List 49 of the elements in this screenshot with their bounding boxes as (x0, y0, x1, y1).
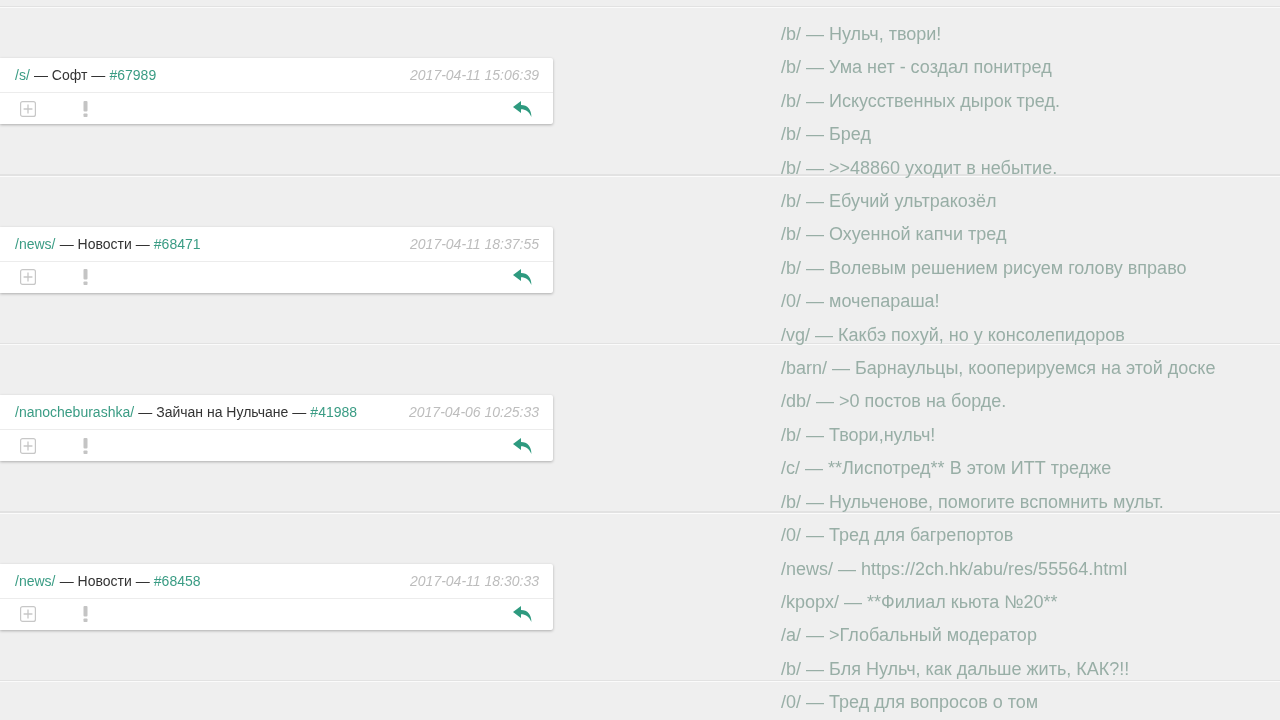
thread-link[interactable]: /barn/ — Барнаульцы, кооперируемся на этой доске (781, 352, 1216, 386)
thread-link[interactable]: /b/ — Искусственных дырок тред. (781, 84, 1216, 119)
post-date: 2017-04-06 10:25:33 (409, 404, 539, 420)
board-link[interactable]: /s/ (15, 67, 30, 83)
thread-title: — Новости — (59, 235, 150, 252)
thread-link[interactable]: /db/ — >0 постов на борде. (781, 385, 1216, 419)
thread-link[interactable]: /kpopx/ — **Филиал кьюта №20** (781, 585, 1216, 620)
plus-square-icon[interactable] (20, 269, 36, 285)
plus-square-icon[interactable] (20, 606, 36, 622)
plus-square-icon[interactable] (20, 437, 36, 454)
thread-link[interactable]: /b/ — Бля Нульч, как дальше жить, КАК?!! (781, 652, 1216, 687)
thread-link[interactable]: /0/ — мочепараша! (781, 285, 1216, 319)
board-link[interactable]: /news/ (15, 572, 56, 589)
thread-link[interactable]: /0/ — Тред для вопросов о том (781, 686, 1216, 720)
exclamation-icon[interactable] (83, 269, 88, 285)
post-link[interactable]: #68471 (153, 235, 201, 252)
thread-link[interactable]: /b/ — Ебучий ультракозёл (781, 185, 1216, 219)
thread-link[interactable]: /b/ — Охуенной капчи тред (781, 218, 1216, 252)
thread-link[interactable]: /b/ — Волевым решением рисуем голову вправо (781, 251, 1216, 286)
reply-icon[interactable] (513, 100, 533, 117)
exclamation-icon[interactable] (83, 437, 88, 454)
reply-icon[interactable] (513, 606, 533, 622)
thread-link[interactable]: /b/ — Ума нет - создал понитред (781, 51, 1216, 85)
thread-link[interactable]: /c/ — **Лиспотред** В этом ИТТ тредже (781, 452, 1216, 486)
thread-link[interactable]: /news/ — https://2ch.hk/abu/res/55564.html (781, 552, 1216, 586)
reply-icon[interactable] (513, 269, 533, 285)
board-link[interactable]: /news/ (15, 235, 56, 252)
thread-link[interactable]: /0/ — Тред для багрепортов (781, 519, 1216, 553)
post-date: 2017-04-11 18:30:33 (410, 572, 539, 589)
reply-icon[interactable] (513, 437, 533, 454)
thread-link[interactable]: /vg/ — Какбэ похуй, но у консолепидоров (781, 318, 1216, 353)
post-date: 2017-04-11 18:37:55 (410, 235, 539, 252)
thread-title: — Софт — (33, 67, 106, 83)
board-link[interactable]: /nanocheburashka/ (15, 404, 135, 420)
post-link[interactable]: #67989 (109, 67, 157, 83)
exclamation-icon[interactable] (83, 606, 88, 622)
thread-link[interactable]: /b/ — Твори,нульч! (781, 418, 1216, 453)
plus-square-icon[interactable] (20, 100, 36, 117)
post-link[interactable]: #68458 (153, 572, 201, 589)
exclamation-icon[interactable] (83, 100, 88, 117)
post-date: 2017-04-11 15:06:39 (410, 67, 539, 83)
thread-link[interactable]: /b/ — Нульч, твори! (781, 18, 1216, 52)
thread-title: — Зайчан на Нульчане — (138, 404, 307, 420)
thread-link[interactable]: /b/ — Нульченове, помогите вспомнить мульт. (781, 485, 1216, 520)
thread-link[interactable]: /b/ — Бред (781, 118, 1216, 152)
thread-link[interactable]: /a/ — >Глобальный модератор (781, 619, 1216, 653)
thread-title: — Новости — (59, 572, 150, 589)
post-link[interactable]: #41988 (310, 404, 358, 420)
thread-link[interactable]: /b/ — >>48860 уходит в небытие. (781, 151, 1216, 186)
